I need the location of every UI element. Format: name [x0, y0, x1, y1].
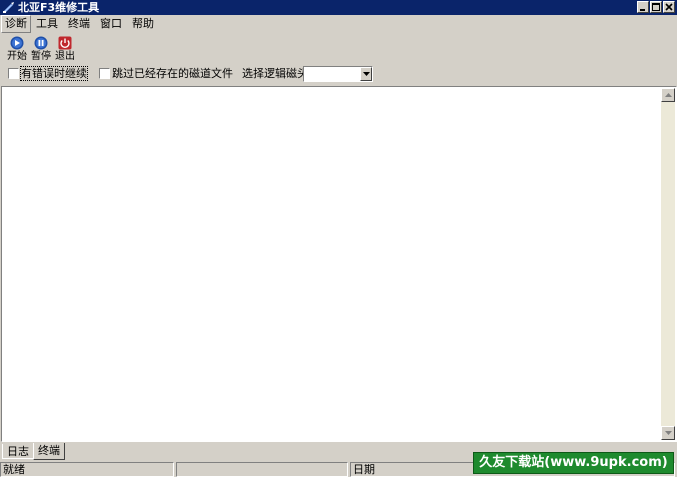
close-button[interactable] — [663, 1, 675, 13]
toolbar: 开始 暂停 退出 — [0, 34, 677, 64]
skip-existing-checkbox[interactable] — [99, 68, 110, 79]
menu-tools[interactable]: 工具 — [31, 16, 63, 32]
title-bar[interactable]: 北亚F3维修工具 — [0, 0, 677, 15]
watermark-badge: 久友下载站(www.9upk.com) — [473, 452, 674, 474]
tab-log[interactable]: 日志 — [2, 444, 34, 459]
status-panel-2 — [176, 462, 348, 477]
maximize-icon — [652, 3, 660, 11]
window-controls — [637, 1, 675, 14]
vertical-scrollbar[interactable] — [661, 88, 675, 440]
pause-button[interactable]: 暂停 — [29, 36, 53, 64]
exit-button[interactable]: 退出 — [53, 36, 77, 64]
continue-on-error-label[interactable]: 有错误时继续 — [20, 66, 88, 81]
menu-window[interactable]: 窗口 — [95, 16, 127, 32]
menu-bar: 诊断 工具 终端 窗口 帮助 — [0, 15, 677, 33]
logical-head-select[interactable] — [303, 66, 373, 82]
close-icon — [665, 3, 673, 11]
exit-label: 退出 — [55, 51, 75, 62]
pause-label: 暂停 — [31, 51, 51, 62]
play-icon — [10, 36, 24, 50]
select-head-label: 选择逻辑磁头: — [242, 67, 312, 80]
start-label: 开始 — [7, 51, 27, 62]
arrow-down-icon — [665, 431, 672, 435]
continue-on-error-checkbox[interactable] — [8, 68, 19, 79]
menu-diagnose[interactable]: 诊断 — [1, 15, 31, 33]
select-dropdown-button[interactable] — [360, 67, 372, 81]
menu-terminal[interactable]: 终端 — [63, 16, 95, 32]
scroll-up-button[interactable] — [661, 88, 675, 102]
app-window: 北亚F3维修工具 诊断 工具 终端 窗口 帮助 开始 暂停 退出 有错误时继续 … — [0, 0, 677, 477]
skip-existing-label[interactable]: 跳过已经存在的磁道文件 — [112, 67, 233, 80]
menu-help[interactable]: 帮助 — [127, 16, 159, 32]
minimize-button[interactable] — [637, 1, 649, 13]
app-icon — [2, 1, 15, 14]
scroll-down-button[interactable] — [661, 426, 675, 440]
options-row: 有错误时继续 跳过已经存在的磁道文件 选择逻辑磁头: — [0, 65, 677, 83]
power-icon — [58, 36, 72, 50]
chevron-down-icon — [363, 72, 370, 76]
window-title: 北亚F3维修工具 — [18, 1, 100, 14]
pause-icon — [34, 36, 48, 50]
output-text-area[interactable] — [1, 86, 677, 442]
maximize-button[interactable] — [650, 1, 662, 13]
status-text: 就绪 — [0, 462, 174, 477]
tab-terminal[interactable]: 终端 — [33, 443, 65, 460]
start-button[interactable]: 开始 — [5, 36, 29, 64]
arrow-up-icon — [665, 93, 672, 97]
minimize-icon — [640, 9, 645, 11]
